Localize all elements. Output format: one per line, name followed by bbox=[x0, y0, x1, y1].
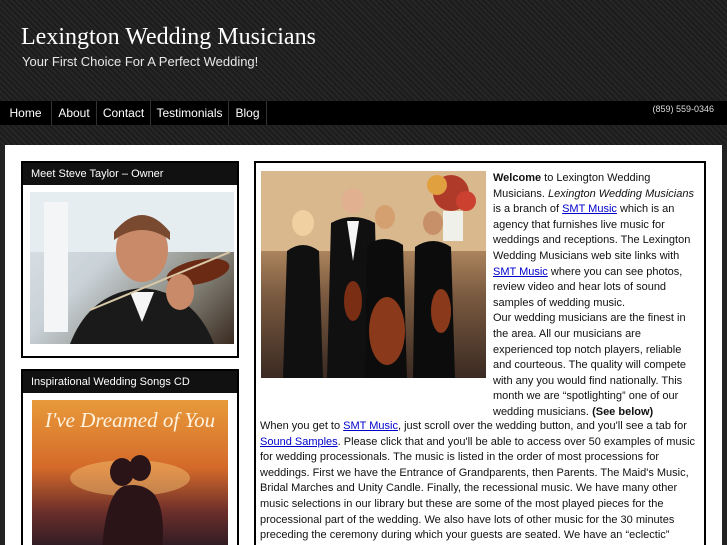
violinist-illustration bbox=[30, 192, 234, 344]
musicians-photo[interactable] bbox=[261, 171, 486, 378]
cd-widget-title: Inspirational Wedding Songs CD bbox=[23, 371, 237, 393]
site-header: Lexington Wedding Musicians Your First C… bbox=[0, 0, 727, 101]
site-tagline: Your First Choice For A Perfect Wedding! bbox=[22, 54, 259, 69]
couple-silhouette bbox=[70, 455, 190, 545]
smt-music-link-2[interactable]: SMT Music bbox=[493, 266, 548, 278]
body-text-3: . Please click that and you'll be able t… bbox=[260, 435, 696, 542]
intro-text-5: Our wedding musicians are the finest in … bbox=[493, 312, 687, 418]
site-title[interactable]: Lexington Wedding Musicians bbox=[21, 24, 316, 51]
owner-photo[interactable] bbox=[30, 192, 234, 344]
intro-brand-italic: Lexington Wedding Musicians bbox=[548, 187, 694, 200]
smt-music-link-1[interactable]: SMT Music bbox=[562, 203, 617, 215]
welcome-label: Welcome bbox=[493, 172, 542, 184]
main-nav: Home About Contact Testimonials Blog (85… bbox=[0, 101, 727, 125]
nav-home[interactable]: Home bbox=[0, 101, 52, 125]
main-content-box: Welcome to Lexington Wedding Musicians. … bbox=[254, 161, 706, 545]
musicians-illustration bbox=[261, 171, 486, 378]
intro-paragraph: Welcome to Lexington Wedding Musicians. … bbox=[493, 171, 700, 421]
nav-blog[interactable]: Blog bbox=[229, 101, 267, 125]
body-paragraph: When you get to SMT Music, just scroll o… bbox=[260, 419, 704, 544]
body-text-1: When you get to bbox=[260, 420, 344, 432]
header-band bbox=[0, 125, 727, 145]
owner-widget: Meet Steve Taylor – Owner bbox=[21, 161, 239, 358]
cd-cover[interactable]: I've Dreamed of You bbox=[32, 400, 228, 545]
owner-widget-title: Meet Steve Taylor – Owner bbox=[23, 163, 237, 185]
nav-about[interactable]: About bbox=[52, 101, 97, 125]
see-below-label: (See below) bbox=[592, 405, 654, 418]
smt-music-link-3[interactable]: SMT Music bbox=[343, 420, 398, 432]
sound-samples-link[interactable]: Sound Samples bbox=[260, 436, 338, 448]
nav-testimonials[interactable]: Testimonials bbox=[151, 101, 229, 125]
body-text-2: , just scroll over the wedding button, a… bbox=[397, 420, 687, 432]
intro-text-2: is a branch of bbox=[493, 203, 563, 216]
nav-contact[interactable]: Contact bbox=[97, 101, 151, 125]
phone-number: (859) 559-0346 bbox=[652, 104, 714, 114]
cd-widget: Inspirational Wedding Songs CD I've Drea… bbox=[21, 369, 239, 545]
